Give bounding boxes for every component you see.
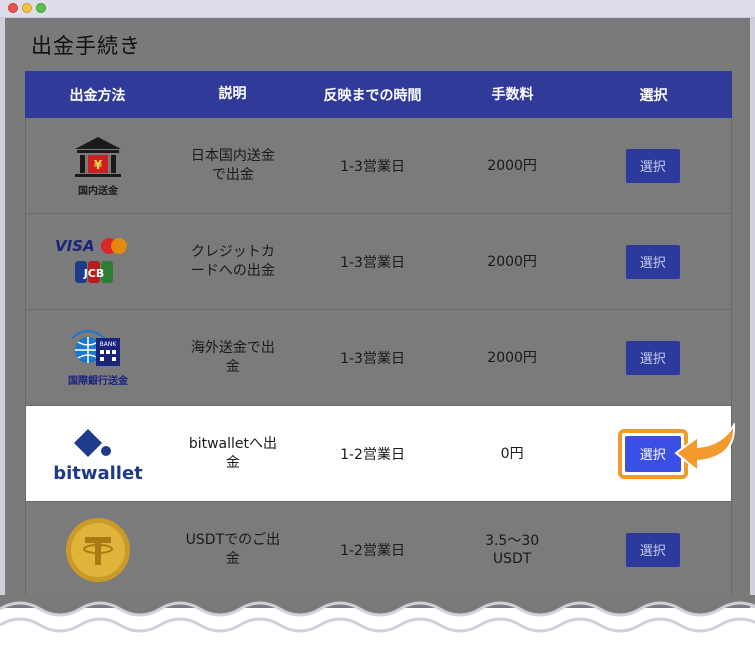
time-cell: 1-3営業日 (340, 158, 405, 175)
select-cell: 選択 (574, 340, 731, 375)
svg-text:bitwallet: bitwallet (54, 463, 144, 484)
select-cell: 選択 (574, 244, 731, 279)
fee-cell: 0円 (500, 445, 524, 462)
time-cell: 1-3営業日 (340, 254, 405, 271)
fee-cell: 3.5～30 USDT (485, 532, 540, 567)
jcb-logo: JCB (83, 267, 105, 280)
table-row: VISA JCB クレジットカ ードへの出金 1-3営業日 2000円 選択 (25, 214, 732, 310)
close-window-icon[interactable] (8, 3, 18, 13)
description-cell: クレジットカ ードへの出金 (190, 243, 275, 279)
time-cell: 1-2営業日 (340, 446, 405, 463)
maximize-window-icon[interactable] (36, 3, 46, 13)
time-cell: 1-3営業日 (340, 350, 405, 367)
table-row: ¥ 国内送金 日本国内送金 で出金 1-3営業日 2000円 選択 (25, 118, 732, 214)
fee-cell: 2000円 (487, 157, 537, 174)
international-bank-icon: BANK 国際銀行送金 (68, 329, 129, 387)
method-cell: BANK 国際銀行送金 (26, 320, 171, 396)
window-frame-right (750, 18, 755, 608)
bitwallet-logo: bitwallet (54, 428, 144, 484)
description-cell: 日本国内送金 で出金 (190, 147, 275, 183)
select-cell: 選択 (574, 532, 731, 567)
bank-icon: ¥ 国内送金 (75, 136, 122, 197)
tether-coin-icon (66, 517, 131, 582)
select-button[interactable]: 選択 (625, 244, 680, 279)
header-fee: 手数料 (491, 86, 534, 103)
minimize-window-icon[interactable] (22, 3, 32, 13)
fee-cell: 2000円 (487, 349, 537, 366)
description-cell: bitwalletへ出 金 (188, 435, 277, 471)
browser-window: 出金手続き 出金方法 説明 反映までの時間 手数料 選択 ¥ 国内送金 日本国内… (0, 0, 755, 645)
header-description: 説明 (218, 86, 247, 102)
svg-text:BANK: BANK (100, 341, 118, 348)
header-select: 選択 (639, 87, 668, 104)
method-cell: VISA JCB (26, 227, 171, 297)
table-row: bitwallet bitwalletへ出 金 1-2営業日 0円 選択 (25, 406, 732, 502)
method-label: 国際銀行送金 (68, 374, 129, 387)
table-row: USDTでのご出 金 1-2営業日 3.5～30 USDT 選択 (25, 502, 732, 598)
page-title: 出金手続き (31, 34, 141, 58)
svg-text:¥: ¥ (94, 158, 103, 172)
visa-logo: VISA (55, 237, 95, 255)
select-button[interactable]: 選択 (625, 532, 680, 567)
table-header: 出金方法 説明 反映までの時間 手数料 選択 (25, 71, 732, 118)
header-time: 反映までの時間 (323, 87, 422, 104)
card-brands-icon: VISA JCB (55, 237, 128, 283)
time-cell: 1-2営業日 (340, 542, 405, 559)
pointer-arrow-icon (674, 423, 736, 474)
select-button-bitwallet[interactable]: 選択 (624, 435, 681, 472)
select-button[interactable]: 選択 (625, 148, 680, 183)
method-cell: bitwallet (26, 421, 171, 487)
method-cell: ¥ 国内送金 (26, 131, 171, 201)
description-cell: USDTでのご出 金 (185, 531, 281, 567)
fee-cell: 2000円 (487, 253, 537, 270)
torn-edge (0, 595, 755, 633)
header-method: 出金方法 (69, 87, 126, 104)
select-button[interactable]: 選択 (625, 340, 680, 375)
withdrawal-methods-table: 出金方法 説明 反映までの時間 手数料 選択 ¥ 国内送金 日本国内送金 で出金… (25, 71, 732, 598)
method-cell (26, 515, 171, 585)
title-bar (0, 0, 755, 18)
select-cell: 選択 (574, 148, 731, 183)
description-cell: 海外送金で出 金 (190, 339, 275, 375)
method-label: 国内送金 (78, 184, 119, 197)
table-row: BANK 国際銀行送金 海外送金で出 金 1-3営業日 2000円 選択 (25, 310, 732, 406)
